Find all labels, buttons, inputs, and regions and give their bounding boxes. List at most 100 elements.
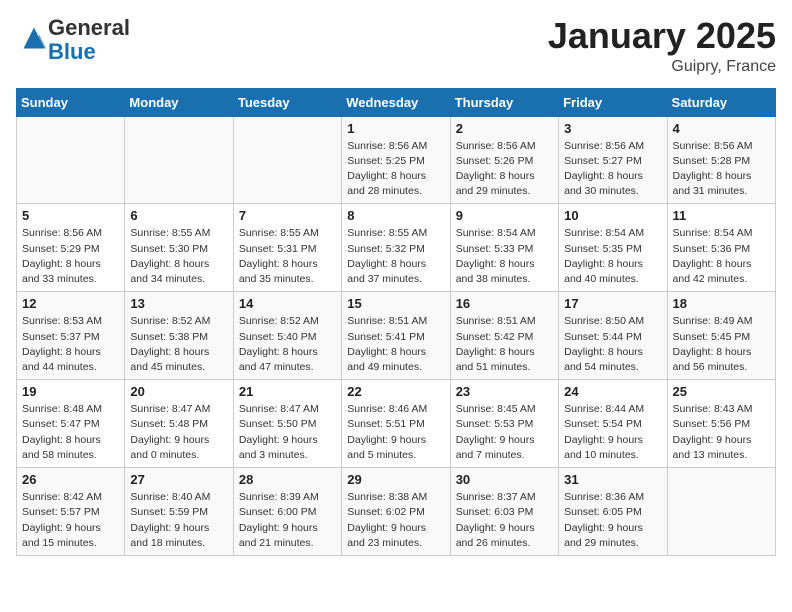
- day-info: Sunrise: 8:56 AM Sunset: 5:28 PM Dayligh…: [673, 139, 770, 200]
- day-number: 17: [564, 296, 661, 311]
- day-number: 7: [239, 208, 336, 223]
- day-info: Sunrise: 8:48 AM Sunset: 5:47 PM Dayligh…: [22, 402, 119, 463]
- calendar-cell: 6Sunrise: 8:55 AM Sunset: 5:30 PM Daylig…: [125, 204, 233, 292]
- calendar-cell: 21 Sunrise: 8:47 AM Sunset: 5:50 PM Dayli…: [233, 380, 341, 468]
- day-number: 9: [456, 208, 553, 223]
- day-number: 19: [22, 384, 119, 399]
- calendar-week-row: 1 Sunrise: 8:56 AM Sunset: 5:25 PM Daylig…: [17, 116, 776, 204]
- day-number: 18: [673, 296, 770, 311]
- calendar-cell: 20 Sunrise: 8:47 AM Sunset: 5:48 PM Dayli…: [125, 380, 233, 468]
- weekday-header: Thursday: [450, 88, 558, 116]
- day-info: Sunrise: 8:47 AM Sunset: 5:48 PM Dayligh…: [130, 402, 227, 463]
- day-number: 16: [456, 296, 553, 311]
- day-number: 30: [456, 472, 553, 487]
- day-number: 22: [347, 384, 444, 399]
- calendar-cell: [233, 116, 341, 204]
- calendar-cell: 10 Sunrise: 8:54 AM Sunset: 5:35 PM Dayli…: [559, 204, 667, 292]
- day-info: Sunrise: 8:38 AM Sunset: 6:02 PM Dayligh…: [347, 490, 444, 551]
- calendar-cell: 9 Sunrise: 8:54 AM Sunset: 5:33 PM Daylig…: [450, 204, 558, 292]
- day-number: 26: [22, 472, 119, 487]
- day-number: 25: [673, 384, 770, 399]
- calendar-cell: [17, 116, 125, 204]
- calendar-cell: 15Sunrise: 8:51 AM Sunset: 5:41 PM Dayli…: [342, 292, 450, 380]
- weekday-header: Tuesday: [233, 88, 341, 116]
- calendar-cell: 12 Sunrise: 8:53 AM Sunset: 5:37 PM Dayli…: [17, 292, 125, 380]
- logo-text: General Blue: [48, 16, 130, 64]
- calendar-cell: [125, 116, 233, 204]
- page-header: General Blue January 2025 Guipry, France: [16, 16, 776, 76]
- calendar-cell: 11 Sunrise: 8:54 AM Sunset: 5:36 PM Dayli…: [667, 204, 775, 292]
- day-info: Sunrise: 8:36 AM Sunset: 6:05 PM Dayligh…: [564, 490, 661, 551]
- weekday-header: Sunday: [17, 88, 125, 116]
- calendar-cell: 19 Sunrise: 8:48 AM Sunset: 5:47 PM Dayli…: [17, 380, 125, 468]
- calendar-week-row: 12 Sunrise: 8:53 AM Sunset: 5:37 PM Dayli…: [17, 292, 776, 380]
- calendar-cell: 1 Sunrise: 8:56 AM Sunset: 5:25 PM Daylig…: [342, 116, 450, 204]
- calendar-table: SundayMondayTuesdayWednesdayThursdayFrid…: [16, 88, 776, 556]
- day-number: 20: [130, 384, 227, 399]
- day-number: 8: [347, 208, 444, 223]
- calendar-cell: 3 Sunrise: 8:56 AM Sunset: 5:27 PM Daylig…: [559, 116, 667, 204]
- day-info: Sunrise: 8:54 AM Sunset: 5:36 PM Dayligh…: [673, 226, 770, 287]
- day-number: 27: [130, 472, 227, 487]
- day-info: Sunrise: 8:55 AM Sunset: 5:32 PM Dayligh…: [347, 226, 444, 287]
- calendar-cell: 14Sunrise: 8:52 AM Sunset: 5:40 PM Dayli…: [233, 292, 341, 380]
- day-number: 11: [673, 208, 770, 223]
- calendar-cell: 22 Sunrise: 8:46 AM Sunset: 5:51 PM Dayli…: [342, 380, 450, 468]
- calendar-cell: 25Sunrise: 8:43 AM Sunset: 5:56 PM Dayli…: [667, 380, 775, 468]
- day-info: Sunrise: 8:39 AM Sunset: 6:00 PM Dayligh…: [239, 490, 336, 551]
- day-info: Sunrise: 8:37 AM Sunset: 6:03 PM Dayligh…: [456, 490, 553, 551]
- logo: General Blue: [16, 16, 130, 64]
- calendar-cell: 13Sunrise: 8:52 AM Sunset: 5:38 PM Dayli…: [125, 292, 233, 380]
- day-number: 23: [456, 384, 553, 399]
- day-info: Sunrise: 8:46 AM Sunset: 5:51 PM Dayligh…: [347, 402, 444, 463]
- day-number: 14: [239, 296, 336, 311]
- calendar-cell: 29 Sunrise: 8:38 AM Sunset: 6:02 PM Dayli…: [342, 468, 450, 556]
- calendar-cell: 26Sunrise: 8:42 AM Sunset: 5:57 PM Dayli…: [17, 468, 125, 556]
- day-info: Sunrise: 8:45 AM Sunset: 5:53 PM Dayligh…: [456, 402, 553, 463]
- calendar-cell: 27 Sunrise: 8:40 AM Sunset: 5:59 PM Dayli…: [125, 468, 233, 556]
- day-info: Sunrise: 8:50 AM Sunset: 5:44 PM Dayligh…: [564, 314, 661, 375]
- day-number: 10: [564, 208, 661, 223]
- calendar-cell: 23 Sunrise: 8:45 AM Sunset: 5:53 PM Dayli…: [450, 380, 558, 468]
- day-info: Sunrise: 8:40 AM Sunset: 5:59 PM Dayligh…: [130, 490, 227, 551]
- month-title: January 2025: [548, 16, 776, 56]
- day-number: 4: [673, 121, 770, 136]
- day-info: Sunrise: 8:56 AM Sunset: 5:27 PM Dayligh…: [564, 139, 661, 200]
- calendar-cell: 31 Sunrise: 8:36 AM Sunset: 6:05 PM Dayli…: [559, 468, 667, 556]
- day-info: Sunrise: 8:44 AM Sunset: 5:54 PM Dayligh…: [564, 402, 661, 463]
- day-info: Sunrise: 8:56 AM Sunset: 5:26 PM Dayligh…: [456, 139, 553, 200]
- day-number: 2: [456, 121, 553, 136]
- day-number: 21: [239, 384, 336, 399]
- day-number: 28: [239, 472, 336, 487]
- calendar-cell: 17 Sunrise: 8:50 AM Sunset: 5:44 PM Dayli…: [559, 292, 667, 380]
- calendar-cell: 16Sunrise: 8:51 AM Sunset: 5:42 PM Dayli…: [450, 292, 558, 380]
- calendar-cell: 24 Sunrise: 8:44 AM Sunset: 5:54 PM Dayli…: [559, 380, 667, 468]
- day-info: Sunrise: 8:56 AM Sunset: 5:25 PM Dayligh…: [347, 139, 444, 200]
- day-number: 31: [564, 472, 661, 487]
- day-info: Sunrise: 8:47 AM Sunset: 5:50 PM Dayligh…: [239, 402, 336, 463]
- logo-blue: Blue: [48, 39, 96, 64]
- day-number: 13: [130, 296, 227, 311]
- weekday-header: Monday: [125, 88, 233, 116]
- day-number: 15: [347, 296, 444, 311]
- day-number: 12: [22, 296, 119, 311]
- day-info: Sunrise: 8:53 AM Sunset: 5:37 PM Dayligh…: [22, 314, 119, 375]
- calendar-cell: 4 Sunrise: 8:56 AM Sunset: 5:28 PM Daylig…: [667, 116, 775, 204]
- day-number: 6: [130, 208, 227, 223]
- calendar-cell: 18 Sunrise: 8:49 AM Sunset: 5:45 PM Dayli…: [667, 292, 775, 380]
- day-number: 3: [564, 121, 661, 136]
- calendar-week-row: 26Sunrise: 8:42 AM Sunset: 5:57 PM Dayli…: [17, 468, 776, 556]
- day-number: 24: [564, 384, 661, 399]
- day-number: 29: [347, 472, 444, 487]
- day-info: Sunrise: 8:55 AM Sunset: 5:31 PM Dayligh…: [239, 226, 336, 287]
- day-info: Sunrise: 8:54 AM Sunset: 5:35 PM Dayligh…: [564, 226, 661, 287]
- calendar-cell: [667, 468, 775, 556]
- day-info: Sunrise: 8:49 AM Sunset: 5:45 PM Dayligh…: [673, 314, 770, 375]
- weekday-header: Saturday: [667, 88, 775, 116]
- day-number: 5: [22, 208, 119, 223]
- day-info: Sunrise: 8:54 AM Sunset: 5:33 PM Dayligh…: [456, 226, 553, 287]
- calendar-cell: 28 Sunrise: 8:39 AM Sunset: 6:00 PM Dayli…: [233, 468, 341, 556]
- calendar-cell: 2 Sunrise: 8:56 AM Sunset: 5:26 PM Daylig…: [450, 116, 558, 204]
- calendar-cell: 7 Sunrise: 8:55 AM Sunset: 5:31 PM Daylig…: [233, 204, 341, 292]
- day-number: 1: [347, 121, 444, 136]
